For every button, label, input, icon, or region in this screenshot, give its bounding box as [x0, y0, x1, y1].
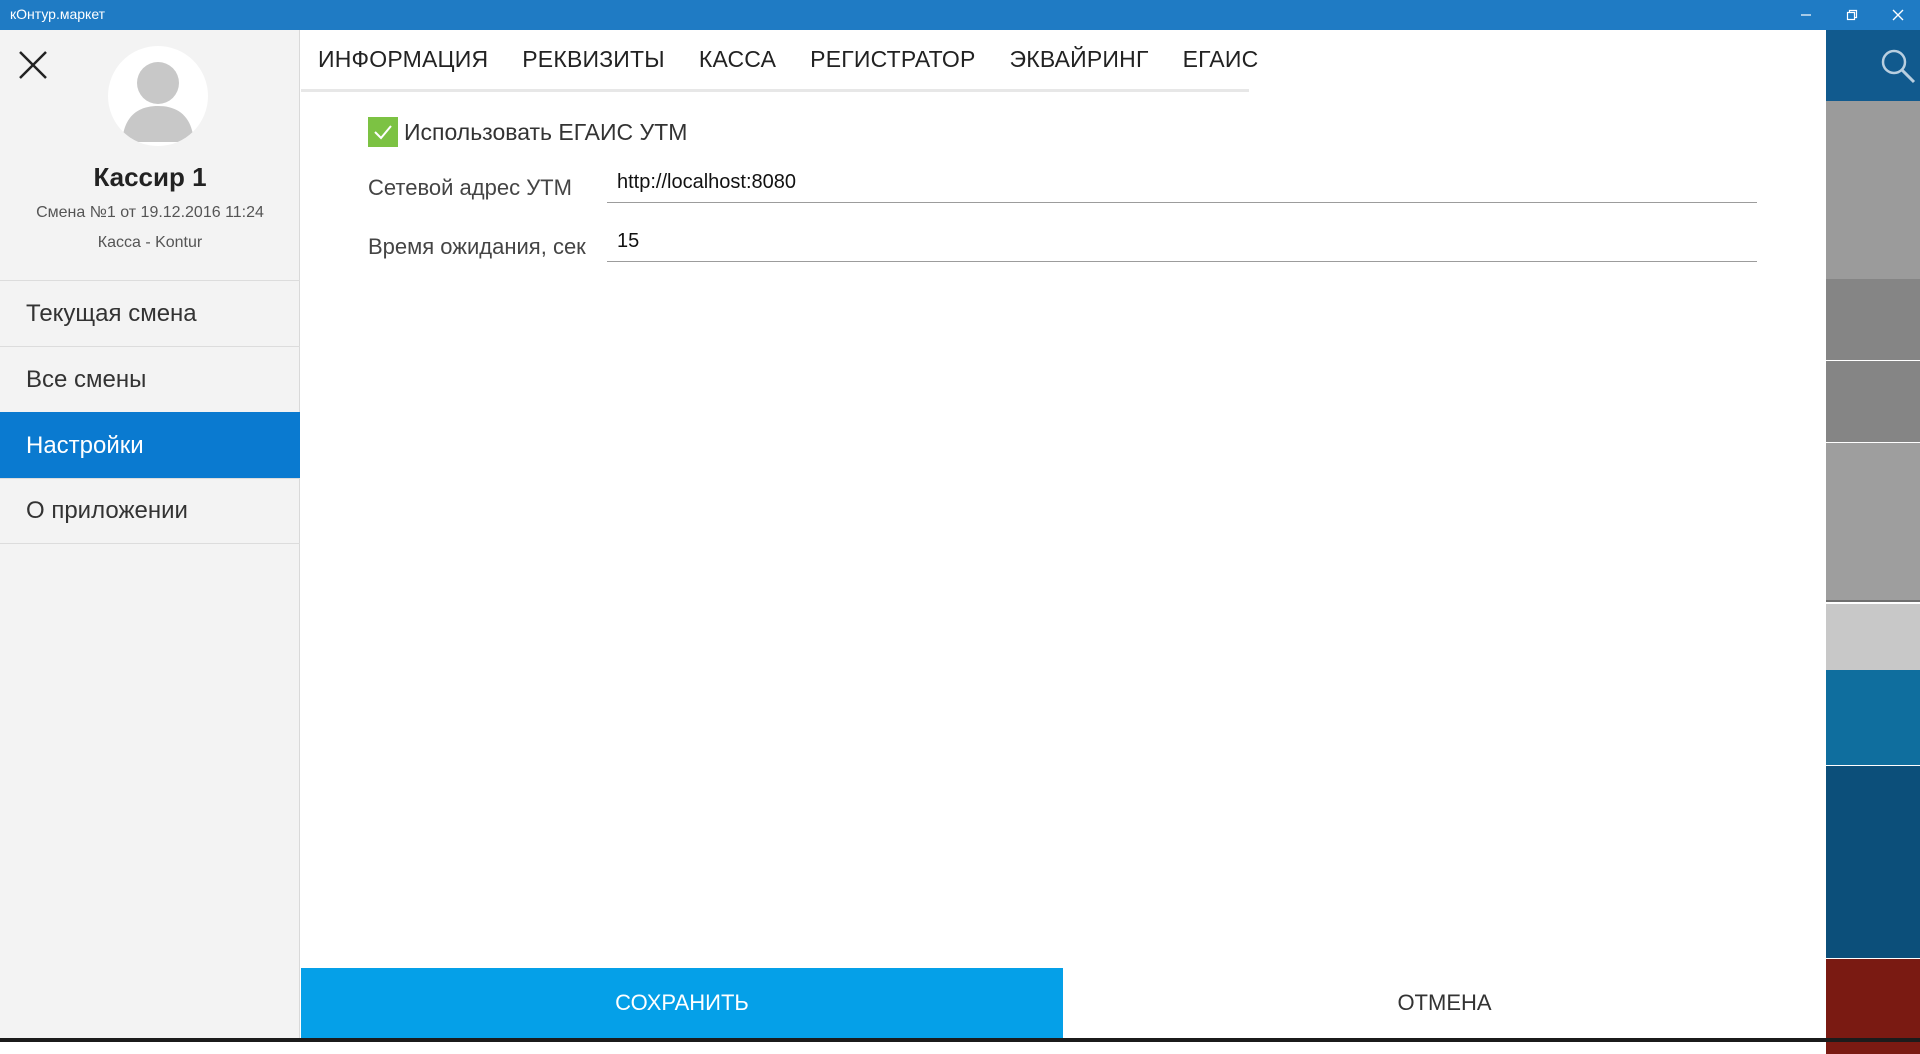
settings-panel: ИНФОРМАЦИЯ РЕКВИЗИТЫ КАССА РЕГИСТРАТОР Э…	[301, 30, 1826, 1038]
background-tile	[1826, 670, 1920, 765]
cashier-name: Кассир 1	[93, 162, 207, 192]
cancel-button[interactable]: ОТМЕНА	[1063, 968, 1826, 1038]
sidebar-item-label: Настройки	[26, 431, 144, 459]
sidebar-item-label: О приложении	[26, 497, 188, 524]
minimize-icon	[1801, 14, 1811, 16]
sidebar-menu: Текущая смена Все смены Настройки О прил…	[0, 280, 300, 544]
network-address-input[interactable]	[607, 163, 1757, 203]
window-close-button[interactable]	[1875, 0, 1920, 30]
background-tile	[1826, 766, 1920, 958]
settings-tabs: ИНФОРМАЦИЯ РЕКВИЗИТЫ КАССА РЕГИСТРАТОР Э…	[301, 30, 1258, 92]
sidebar-item-about[interactable]: О приложении	[0, 478, 300, 544]
sidebar-item-all-shifts[interactable]: Все смены	[0, 346, 300, 412]
shift-info: Смена №1 от 19.12.2016 11:24	[36, 204, 264, 221]
timeout-label: Время ожидания, сек	[368, 234, 586, 259]
sidebar-item-current-shift[interactable]: Текущая смена	[0, 280, 300, 346]
tab-requisites[interactable]: РЕКВИЗИТЫ	[522, 46, 665, 73]
use-utm-label: Использовать ЕГАИС УТМ	[404, 118, 688, 145]
close-x-icon[interactable]	[14, 46, 52, 84]
use-utm-checkbox[interactable]	[368, 117, 398, 147]
app-title: кОнтур.маркет	[10, 6, 106, 22]
close-icon	[1892, 9, 1904, 21]
tab-acquiring[interactable]: ЭКВАЙРИНГ	[1010, 46, 1149, 73]
avatar	[108, 46, 208, 146]
title-bar: кОнтур.маркет	[0, 0, 1920, 30]
network-address-label: Сетевой адрес УТМ	[368, 175, 572, 200]
sidebar-item-label: Все смены	[26, 365, 147, 393]
minimize-button[interactable]	[1783, 0, 1829, 30]
background-app-panel	[1826, 30, 1920, 1054]
background-tile	[1826, 361, 1920, 442]
restore-button[interactable]	[1829, 0, 1875, 30]
sidebar: Кассир 1 Смена №1 от 19.12.2016 11:24 Ка…	[0, 30, 300, 1038]
tab-egais[interactable]: ЕГАИС	[1183, 46, 1259, 73]
background-tile	[1826, 279, 1920, 360]
tab-cash-register[interactable]: КАССА	[699, 46, 776, 73]
tab-information[interactable]: ИНФОРМАЦИЯ	[318, 46, 488, 73]
register-info: Касса - Kontur	[97, 234, 203, 251]
sidebar-item-settings[interactable]: Настройки	[0, 412, 300, 478]
search-icon[interactable]	[1880, 48, 1916, 84]
bottom-border	[0, 1038, 1920, 1042]
checkmark-icon	[374, 125, 392, 140]
restore-icon	[1846, 9, 1858, 21]
sidebar-item-label: Текущая смена	[26, 299, 197, 327]
user-avatar-icon	[122, 62, 194, 142]
use-utm-row: Использовать ЕГАИС УТМ	[368, 117, 687, 147]
background-tile	[1826, 101, 1920, 279]
background-tile	[1826, 604, 1920, 670]
timeout-input[interactable]	[607, 222, 1757, 262]
footer-actions: СОХРАНИТЬ ОТМЕНА	[301, 968, 1826, 1038]
tab-fiscal-registrar[interactable]: РЕГИСТРАТОР	[810, 46, 975, 73]
background-tile	[1826, 501, 1920, 602]
background-tile	[1826, 443, 1920, 501]
save-button[interactable]: СОХРАНИТЬ	[301, 968, 1063, 1038]
